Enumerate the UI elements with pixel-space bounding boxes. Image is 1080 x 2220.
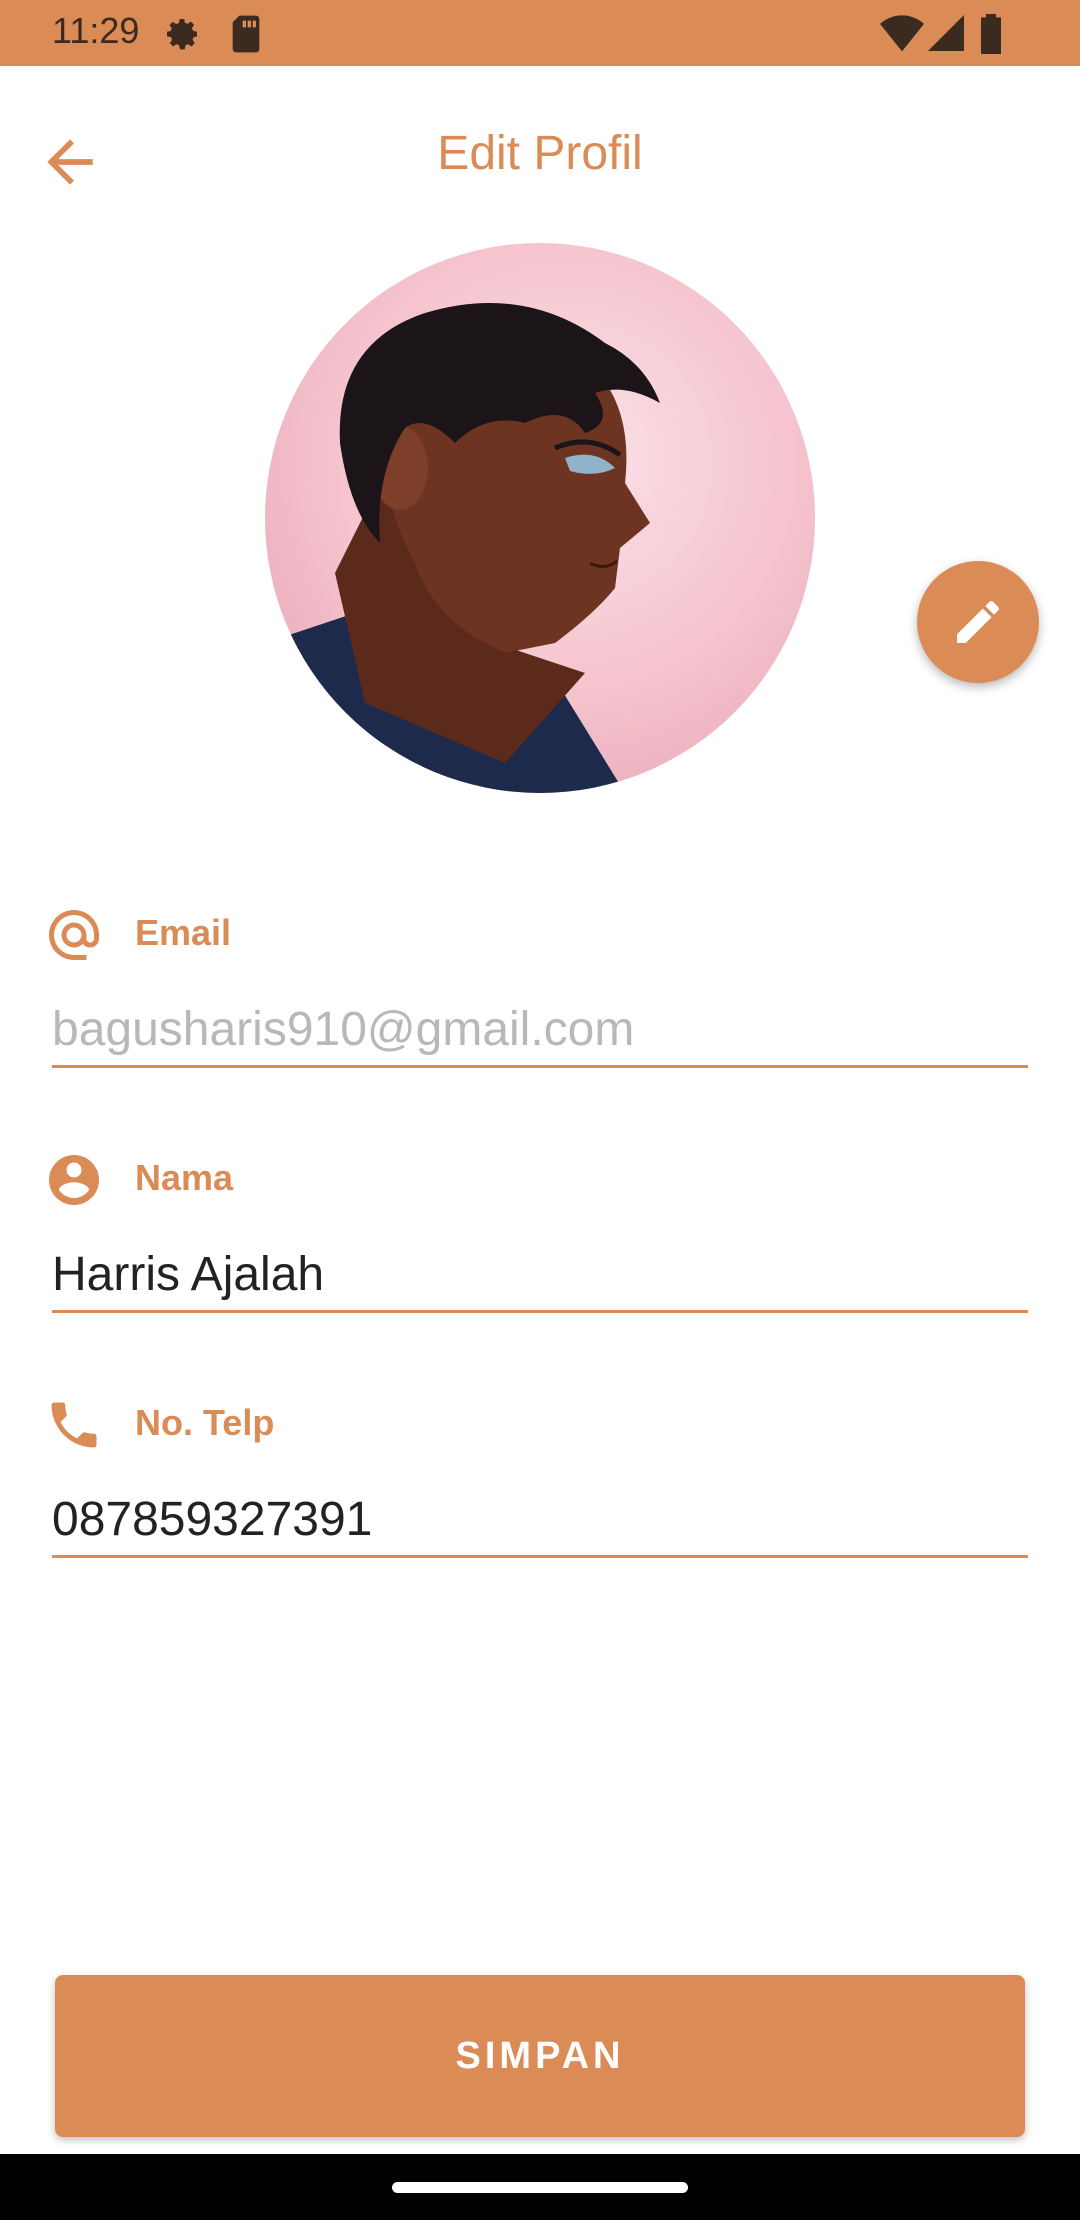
edit-photo-button[interactable] <box>917 561 1039 683</box>
save-button[interactable]: SIMPAN <box>55 1975 1025 2137</box>
email-label: Email <box>135 912 232 953</box>
person-icon <box>44 1150 104 1210</box>
status-time: 11:29 <box>52 10 140 51</box>
phone-icon <box>44 1395 104 1455</box>
profile-avatar <box>265 243 815 793</box>
email-field[interactable] <box>52 995 1028 1068</box>
wifi-icon <box>880 14 924 57</box>
phone-label: No. Telp <box>135 1402 275 1443</box>
gear-icon <box>162 14 202 59</box>
home-handle[interactable] <box>392 2182 688 2193</box>
phone-field[interactable] <box>52 1485 1028 1558</box>
at-sign-icon <box>44 905 104 965</box>
sd-card-icon <box>228 14 264 59</box>
signal-icon <box>928 14 964 57</box>
name-label: Nama <box>135 1157 234 1198</box>
status-bar: 11:29 <box>0 0 1080 66</box>
pencil-icon <box>957 600 1000 643</box>
battery-icon <box>978 14 1004 59</box>
page-title: Edit Profil <box>437 127 643 180</box>
name-field[interactable] <box>52 1240 1028 1313</box>
